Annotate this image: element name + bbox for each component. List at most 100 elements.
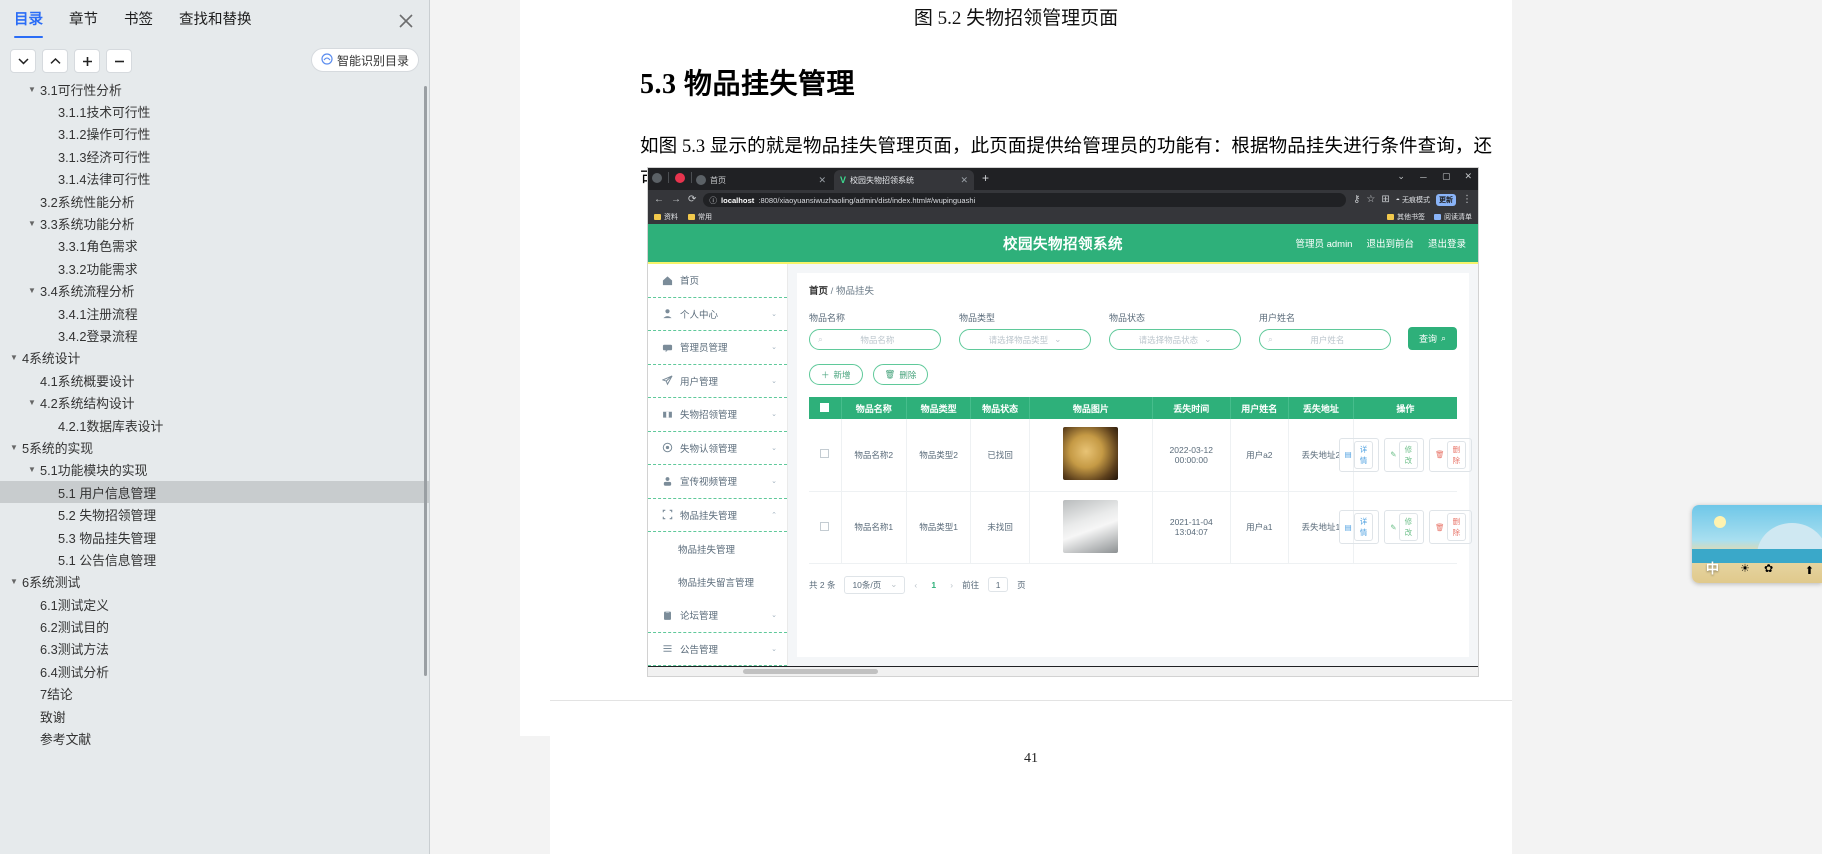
caret-down-icon[interactable]: ▼ (8, 353, 20, 362)
tab-catalog[interactable]: 目录 (14, 8, 43, 38)
browser-tab-active[interactable]: V 校园失物招领系统 ✕ (834, 170, 974, 190)
caret-down-icon[interactable]: ▼ (26, 286, 38, 295)
flower-icon[interactable]: ✿ (1764, 562, 1773, 575)
star-icon[interactable]: ☆ (1366, 195, 1375, 205)
address-bar[interactable]: ⓘ localhost:8080/xiaoyuansiwuzhaoling/ad… (703, 193, 1347, 207)
toc-item[interactable]: ▼3.1.4法律可行性 (0, 168, 429, 190)
toc-item[interactable]: ▼ 5系统的实现 (0, 436, 429, 458)
toc-item[interactable]: ▼参考文献 (0, 727, 429, 749)
forward-icon[interactable]: → (671, 195, 681, 205)
select-all-checkbox[interactable] (809, 397, 842, 419)
toc-item[interactable]: ▼6.4测试分析 (0, 660, 429, 682)
item-thumbnail[interactable] (1063, 499, 1119, 553)
toc-item[interactable]: ▼ 4系统设计 (0, 347, 429, 369)
toc-item[interactable]: ▼ 3.1可行性分析 (0, 78, 429, 100)
sidebar-item-circle[interactable]: 失物认领管理 ⌄ (648, 432, 787, 465)
browser-tab-inactive[interactable]: 首页 ✕ (692, 170, 832, 190)
caret-down-icon[interactable]: ▼ (26, 398, 38, 407)
caret-down-icon[interactable]: ▼ (26, 85, 38, 94)
page-number-1[interactable]: 1 (926, 577, 941, 592)
add-button[interactable]: ＋ 新增 (809, 364, 863, 385)
prev-page-button[interactable]: ‹ (914, 580, 917, 590)
reload-icon[interactable]: ⟳ (688, 195, 696, 205)
toc-item[interactable]: ▼ 3.4系统流程分析 (0, 280, 429, 302)
expand-icon[interactable]: ⬆ (1805, 564, 1814, 577)
detail-button[interactable]: ▤ 详情 (1338, 510, 1380, 544)
status-select[interactable]: 请选择物品状态 ⌄ (1109, 329, 1241, 350)
toc-item[interactable]: ▼3.1.3经济可行性 (0, 145, 429, 167)
toc-item[interactable]: ▼3.3.1角色需求 (0, 235, 429, 257)
back-icon[interactable]: ← (654, 195, 664, 205)
ime-mode-label[interactable]: 中 (1706, 558, 1719, 577)
smart-toc-button[interactable]: 智能识别目录 (310, 48, 419, 72)
sidebar-item-frame[interactable]: 物品挂失管理 ⌃ (648, 499, 787, 532)
tab-chapters[interactable]: 章节 (69, 8, 98, 32)
caret-down-icon[interactable]: ▼ (26, 219, 38, 228)
jump-page-input[interactable]: 1 (988, 577, 1009, 592)
sidebar-item-user[interactable]: 个人中心 ⌄ (648, 298, 787, 331)
caret-down-icon[interactable]: ▼ (8, 443, 20, 452)
minimize-icon[interactable]: － (1419, 171, 1428, 184)
tab-bookmarks[interactable]: 书签 (124, 8, 153, 32)
site-info-icon[interactable]: ⓘ (709, 195, 717, 206)
plus-icon[interactable] (74, 49, 100, 73)
minimize-dropdown-icon[interactable]: ⌄ (1397, 171, 1405, 184)
chevron-up-icon[interactable] (42, 49, 68, 73)
pinned-tab-icon-2[interactable] (675, 172, 685, 183)
sidebar-item-list[interactable]: 公告管理 ⌄ (648, 633, 787, 666)
row-checkbox-cell[interactable] (809, 419, 842, 492)
other-bookmarks-button[interactable]: 其他书签 (1387, 212, 1425, 222)
toc-item[interactable]: ▼ 5.1功能模块的实现 (0, 459, 429, 481)
cell-image[interactable] (1029, 491, 1153, 564)
search-input[interactable]: ⌕ 物品名称 (809, 329, 941, 350)
checkbox[interactable] (820, 402, 830, 412)
exit-to-frontend-link[interactable]: 退出到前台 (1366, 236, 1414, 250)
minus-icon[interactable] (106, 49, 132, 73)
toc-item[interactable]: ▼5.2 失物招领管理 (0, 503, 429, 525)
toc-list[interactable]: ▼3.1可行性分析▼3.1.1技术可行性▼3.1.2操作可行性▼3.1.3经济可… (0, 78, 429, 854)
toc-item[interactable]: ▼ 4.2系统结构设计 (0, 391, 429, 413)
checkbox[interactable] (820, 521, 830, 531)
sidebar-item-home[interactable]: 首页 (648, 264, 787, 298)
new-tab-button[interactable]: + (982, 172, 989, 184)
toc-item[interactable]: ▼6.2测试目的 (0, 615, 429, 637)
horizontal-scrollbar[interactable] (648, 667, 1478, 676)
toc-item[interactable]: ▼致谢 (0, 705, 429, 727)
close-icon[interactable]: ✕ (818, 175, 826, 186)
caret-down-icon[interactable]: ▼ (8, 577, 20, 586)
toc-item[interactable]: ▼ 3.3系统功能分析 (0, 212, 429, 234)
toc-item[interactable]: ▼3.4.1注册流程 (0, 302, 429, 324)
close-icon[interactable] (397, 12, 415, 30)
caret-down-icon[interactable]: ▼ (26, 465, 38, 474)
toc-item[interactable]: ▼4.1系统概要设计 (0, 369, 429, 391)
app-sidebar-nav[interactable]: 首页 个人中心 ⌄ 管理员管理 ⌄ 用户管理 ⌄ 失物招领管理 ⌄ 失物认领管理 ⌄ 宣传视频管理 ⌄ 物… (648, 264, 788, 666)
sun-glyph-icon[interactable]: ☀ (1740, 562, 1750, 575)
sidebar-subitem[interactable]: 物品挂失管理 (648, 532, 787, 566)
pinned-tab-icon-1[interactable] (652, 172, 662, 183)
toc-item[interactable]: ▼6.3测试方法 (0, 638, 429, 660)
toc-item[interactable]: ▼7结论 (0, 683, 429, 705)
logout-link[interactable]: 退出登录 (1428, 236, 1466, 250)
toc-item[interactable]: ▼3.2系统性能分析 (0, 190, 429, 212)
incognito-indicator[interactable]: ◓ 无痕模式 (1396, 195, 1430, 205)
toc-item[interactable]: ▼3.3.2功能需求 (0, 257, 429, 279)
reading-list-button[interactable]: 阅读清单 (1434, 212, 1472, 222)
key-icon[interactable]: ⚷ (1353, 195, 1360, 205)
toc-item[interactable]: ▼5.1 用户信息管理 (0, 481, 429, 504)
tab-find-replace[interactable]: 查找和替换 (179, 8, 252, 32)
close-window-icon[interactable]: ✕ (1464, 171, 1472, 184)
table-row[interactable]: 物品名称1 物品类型1 未找回 2021-11-04 13:04:07 用户a1 丢失地址… (809, 491, 1473, 564)
sidebar-item-admin[interactable]: 管理员管理 ⌄ (648, 331, 787, 365)
sidebar-item-box[interactable]: 失物招领管理 ⌄ (648, 398, 787, 432)
edit-button[interactable]: ✎ 修改 (1384, 437, 1425, 472)
sidebar-item-person[interactable]: 宣传视频管理 ⌄ (648, 465, 787, 499)
toc-item[interactable]: ▼3.4.2登录流程 (0, 324, 429, 346)
toc-item[interactable]: ▼5.3 物品挂失管理 (0, 526, 429, 548)
toc-item[interactable]: ▼3.1.1技术可行性 (0, 100, 429, 122)
delete-button[interactable]: 🗑 删除 (1429, 510, 1473, 544)
delete-button[interactable]: 🗑 删除 (1429, 437, 1473, 472)
sidebar-subitem[interactable]: 物品挂失留言管理 (648, 566, 787, 600)
bookmark-item[interactable]: 资料 (654, 212, 678, 222)
sidebar-item-clipboard[interactable]: 论坛管理 ⌄ (648, 599, 787, 633)
floating-ime-widget[interactable]: 中 ☀ ✿ ⬆ (1692, 505, 1822, 583)
